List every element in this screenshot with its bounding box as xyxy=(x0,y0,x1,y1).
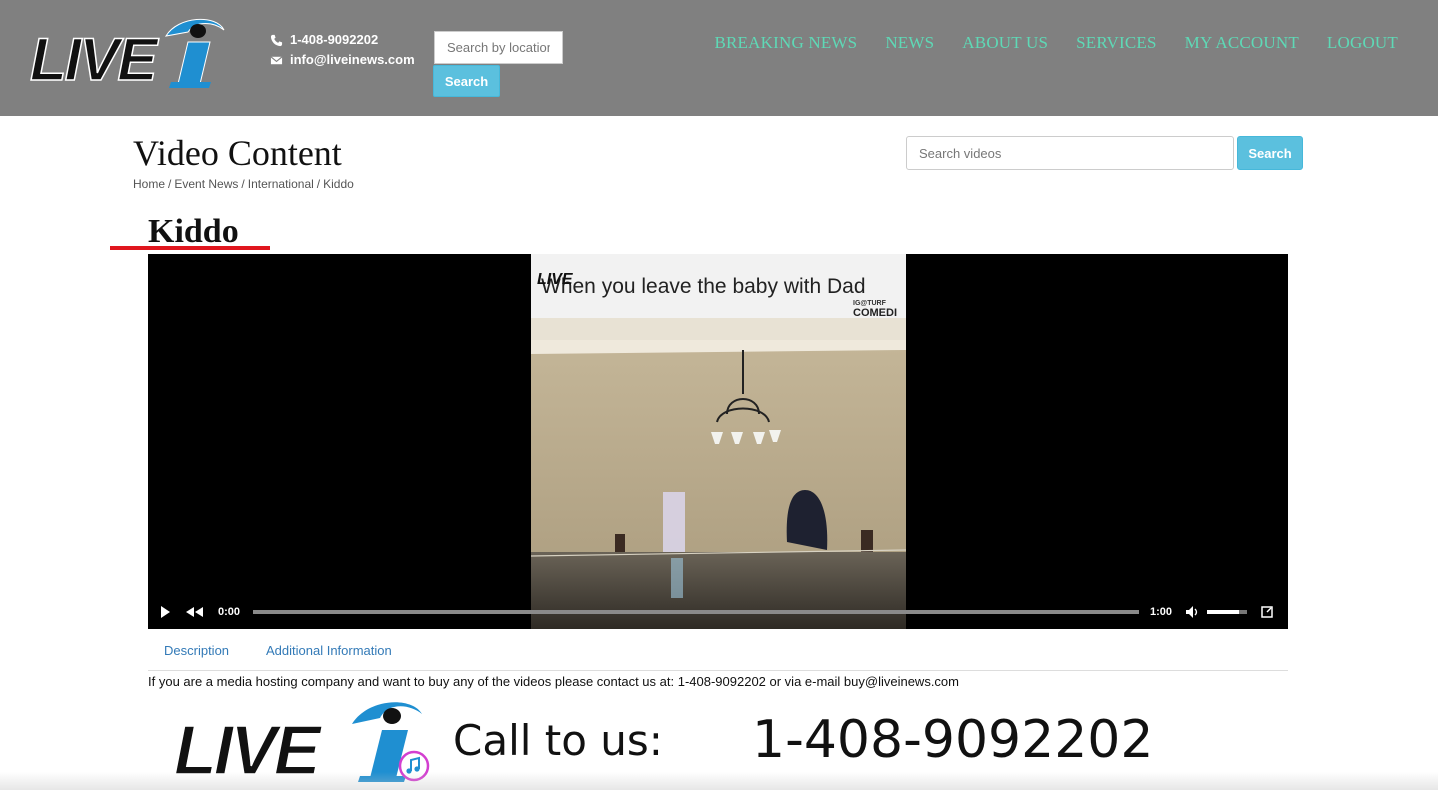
call-number[interactable]: 1-408-9092202 xyxy=(752,710,1153,770)
svg-text:IG@TURF: IG@TURF xyxy=(853,300,887,307)
nav-about-us[interactable]: ABOUT US xyxy=(962,33,1048,53)
svg-text:LIVE: LIVE xyxy=(30,26,159,90)
header-bar: LIVE 1-408-9092202 info@liveinews.com Se… xyxy=(0,0,1438,116)
header-phone: 1-408-9092202 xyxy=(290,32,379,47)
location-search-input[interactable] xyxy=(434,31,563,64)
nav-breaking-news[interactable]: BREAKING NEWS xyxy=(714,33,857,53)
current-time: 0:00 xyxy=(218,606,241,618)
rewind-icon[interactable] xyxy=(184,605,204,619)
tab-additional-information[interactable]: Additional Information xyxy=(266,643,392,658)
breadcrumb-event-news[interactable]: Event News xyxy=(174,177,238,191)
breadcrumb-international[interactable]: International xyxy=(248,177,314,191)
svg-text:When you leave the baby with D: When you leave the baby with Dad xyxy=(541,275,866,298)
breadcrumb: Home / Event News / International / Kiddo xyxy=(133,177,354,191)
bottom-shadow xyxy=(0,772,1438,790)
svg-text:LIVE: LIVE xyxy=(537,271,574,288)
phone-icon xyxy=(270,34,283,46)
title-underline xyxy=(110,246,270,250)
nav-services[interactable]: SERVICES xyxy=(1076,33,1157,53)
header-contact: 1-408-9092202 info@liveinews.com xyxy=(270,30,415,70)
site-logo[interactable]: LIVE xyxy=(28,14,228,94)
video-player[interactable]: When you leave the baby with Dad LIVE IG… xyxy=(148,254,1288,629)
main-nav: BREAKING NEWS NEWS ABOUT US SERVICES MY … xyxy=(714,33,1398,53)
envelope-icon xyxy=(270,55,283,64)
video-search-input[interactable] xyxy=(906,136,1234,170)
video-search-button[interactable]: Search xyxy=(1237,136,1303,170)
player-controls: 0:00 1:00 xyxy=(148,595,1288,629)
tab-description[interactable]: Description xyxy=(164,643,229,658)
volume-slider[interactable] xyxy=(1207,610,1247,614)
page-title: Video Content xyxy=(133,133,342,173)
breadcrumb-current: Kiddo xyxy=(323,177,354,191)
nav-logout[interactable]: LOGOUT xyxy=(1327,33,1398,53)
location-search-button[interactable]: Search xyxy=(433,65,500,97)
nav-news[interactable]: NEWS xyxy=(885,33,934,53)
duration: 1:00 xyxy=(1150,606,1173,618)
video-frame[interactable]: When you leave the baby with Dad LIVE IG… xyxy=(530,254,907,629)
volume-icon[interactable] xyxy=(1185,605,1201,619)
fullscreen-icon[interactable] xyxy=(1260,605,1274,619)
purchase-notice: If you are a media hosting company and w… xyxy=(148,674,959,689)
header-email[interactable]: info@liveinews.com xyxy=(290,50,415,70)
nav-my-account[interactable]: MY ACCOUNT xyxy=(1185,33,1299,53)
svg-text:COMEDI: COMEDI xyxy=(853,307,897,319)
info-tabs: Description Additional Information xyxy=(148,636,1288,671)
play-icon[interactable] xyxy=(158,605,172,619)
call-label: Call to us: xyxy=(453,716,663,765)
breadcrumb-home[interactable]: Home xyxy=(133,177,165,191)
volume-fill xyxy=(1207,610,1239,614)
progress-track[interactable] xyxy=(253,610,1139,614)
